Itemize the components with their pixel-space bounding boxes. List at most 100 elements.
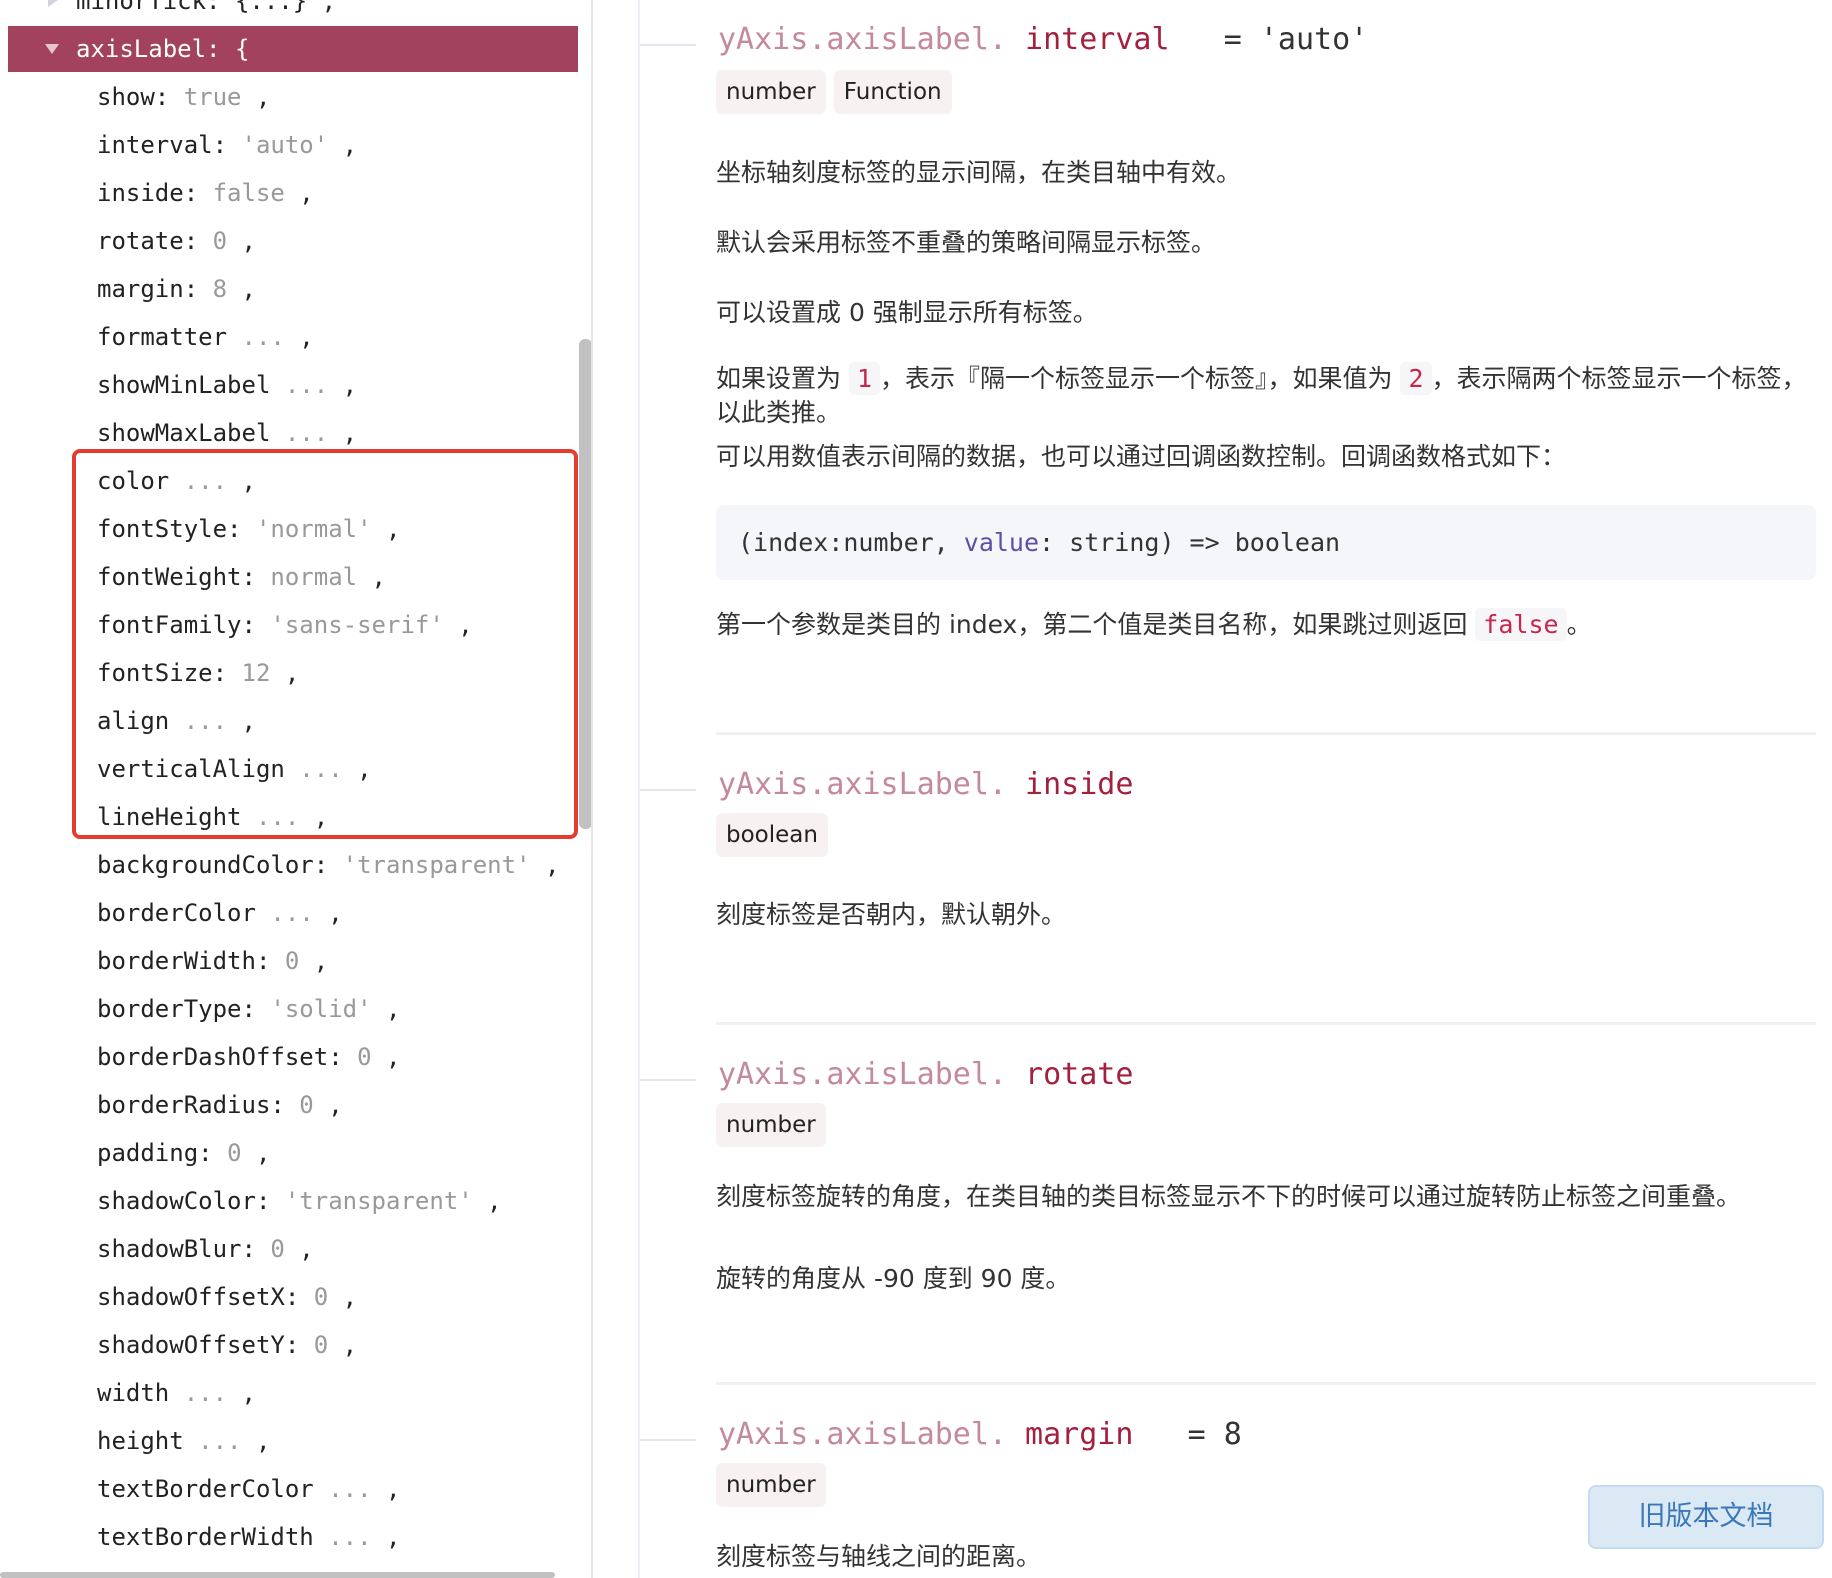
title-name: margin (1025, 1417, 1134, 1452)
tree-item-padding[interactable]: padding: 0 , (0, 1129, 578, 1177)
tree-item-height[interactable]: height ... , (0, 1417, 578, 1465)
tree-value: { (234, 35, 250, 63)
type-tag: number (716, 1463, 826, 1507)
tree-value: ... (198, 1427, 242, 1455)
expand-icon[interactable] (48, 0, 58, 7)
title-prefix: yAxis.axisLabel. (718, 767, 1007, 802)
tree-item-textBorderColor[interactable]: textBorderColor ... , (0, 1465, 578, 1513)
tree-key: borderColor (97, 899, 256, 927)
title-prefix: yAxis.axisLabel. (718, 22, 1007, 57)
horizontal-scrollbar[interactable] (0, 1572, 555, 1578)
tree-key: textBorderWidth (97, 1523, 314, 1551)
text: 第一个参数是类目的 index，第二个值是类目名称，如果跳过则返回 (716, 610, 1476, 639)
code-block: (index:number, value: string) => boolean (716, 505, 1816, 580)
desc-paragraph: 旋转的角度从 -90 度到 90 度。 (716, 1264, 1071, 1293)
doc-title-inside[interactable]: yAxis.axisLabel. inside (718, 767, 1133, 802)
tree-value: 8 (212, 275, 228, 303)
divider (716, 1382, 1816, 1385)
tree-key: axisLabel (76, 35, 207, 63)
doc-title-rotate[interactable]: yAxis.axisLabel. rotate (718, 1057, 1133, 1092)
highlight-box (72, 449, 578, 839)
tree-key: shadowColor (97, 1187, 256, 1215)
tree-value: true (183, 83, 242, 111)
type-tag: number (716, 1103, 826, 1147)
title-default: = 8 (1187, 1417, 1242, 1452)
tree-value: 'transparent' (342, 851, 531, 879)
text: 。 (1566, 610, 1592, 639)
tree-key: borderDashOffset (97, 1043, 329, 1071)
tree-key: borderRadius (97, 1091, 271, 1119)
desc-paragraph: 刻度标签与轴线之间的距离。 (716, 1542, 1042, 1571)
tree-item-borderRadius[interactable]: borderRadius: 0 , (0, 1081, 578, 1129)
tree-value: 0 (357, 1043, 372, 1071)
tree-value: 0 (313, 1331, 329, 1359)
timeline-tick (640, 1079, 696, 1081)
tree-key: textBorderColor (97, 1475, 314, 1503)
tree-item-borderColor[interactable]: borderColor ... , (0, 889, 578, 937)
tree-key: formatter (97, 323, 228, 351)
tree-key: shadowOffsetY (97, 1331, 285, 1359)
doc-title-interval[interactable]: yAxis.axisLabel. interval = 'auto' (718, 22, 1368, 57)
tree-value: {...} (234, 0, 308, 15)
tree-key: inside (97, 179, 184, 207)
tree-item-shadowOffsetX[interactable]: shadowOffsetX: 0 , (0, 1273, 578, 1321)
timeline-tick (640, 1439, 696, 1441)
divider (716, 732, 1816, 735)
old-version-docs-button[interactable]: 旧版本文档 (1588, 1485, 1824, 1549)
tree-item-interval[interactable]: interval: 'auto' , (0, 121, 578, 169)
tree-value: 'auto' (241, 131, 329, 159)
tree-key: shadowOffsetX (97, 1283, 285, 1311)
tree-item-margin[interactable]: margin: 8 , (0, 265, 578, 313)
tree-item-inside[interactable]: inside: false , (0, 169, 578, 217)
tree-key: interval (97, 131, 213, 159)
title-name: inside (1025, 767, 1134, 802)
tree-key: show (97, 83, 155, 111)
tree-item-width[interactable]: width ... , (0, 1369, 578, 1417)
desc-paragraph: 刻度标签旋转的角度，在类目轴的类目标签显示不下的时候可以通过旋转防止标签之间重叠… (716, 1182, 1742, 1211)
tree-item-rotate[interactable]: rotate: 0 , (0, 217, 578, 265)
tree-item-formatter[interactable]: formatter ... , (0, 313, 578, 361)
collapse-icon[interactable] (45, 44, 59, 54)
tree-item-axisLabel-selected[interactable]: axisLabel: { (8, 26, 578, 72)
title-default: = 'auto' (1223, 22, 1369, 57)
timeline-tick (640, 789, 696, 791)
tree-item-shadowOffsetY[interactable]: shadowOffsetY: 0 , (0, 1321, 578, 1369)
tree-value: ... (328, 1475, 372, 1503)
tree-item-textBorderWidth[interactable]: textBorderWidth ... , (0, 1513, 578, 1561)
type-tags: number Function (716, 70, 952, 114)
tree-item-borderDashOffset[interactable]: borderDashOffset: 0 , (0, 1033, 578, 1081)
tree-item-show[interactable]: show: true , (0, 73, 578, 121)
tree-key: rotate (97, 227, 184, 255)
tree-value: 0 (313, 1283, 329, 1311)
desc-paragraph: 可以设置成 0 强制显示所有标签。 (716, 298, 1098, 327)
tree-value: 0 (270, 1235, 285, 1263)
tree-item-shadowColor[interactable]: shadowColor: 'transparent' , (0, 1177, 578, 1225)
tree-value: 0 (299, 1091, 314, 1119)
tree-key: showMinLabel (97, 371, 271, 399)
vertical-scrollbar[interactable] (579, 339, 591, 829)
tree-value: 'solid' (270, 995, 372, 1023)
desc-paragraph: 坐标轴刻度标签的显示间隔，在类目轴中有效。 (716, 158, 1242, 187)
type-tag: number (716, 70, 826, 114)
tree-item-showMinLabel[interactable]: showMinLabel ... , (0, 361, 578, 409)
tree-value: 0 (212, 227, 228, 255)
tree-item-shadowBlur[interactable]: shadowBlur: 0 , (0, 1225, 578, 1273)
tree-value: ... (284, 371, 329, 399)
timeline-tick (640, 44, 696, 46)
tree-key: backgroundColor (97, 851, 314, 879)
tree-value: ... (241, 323, 285, 351)
code-text: (index:number, (738, 528, 964, 557)
tree-item-minorTick[interactable]: minorTick: {...} , (0, 0, 578, 25)
tree-value: ... (270, 899, 314, 927)
inline-code: 2 (1400, 362, 1432, 395)
tree-item-backgroundColor[interactable]: backgroundColor: 'transparent' , (0, 841, 578, 889)
tree-item-borderWidth[interactable]: borderWidth: 0 , (0, 937, 578, 985)
tree-item-borderType[interactable]: borderType: 'solid' , (0, 985, 578, 1033)
desc-paragraph: 第一个参数是类目的 index，第二个值是类目名称，如果跳过则返回 false。 (716, 608, 1816, 642)
tree-key: showMaxLabel (97, 419, 271, 447)
tree-key: margin (97, 275, 184, 303)
tree-value: ... (328, 1523, 372, 1551)
doc-title-margin[interactable]: yAxis.axisLabel. margin = 8 (718, 1417, 1242, 1452)
tree-key: width (97, 1379, 170, 1407)
type-tag: Function (833, 70, 952, 114)
